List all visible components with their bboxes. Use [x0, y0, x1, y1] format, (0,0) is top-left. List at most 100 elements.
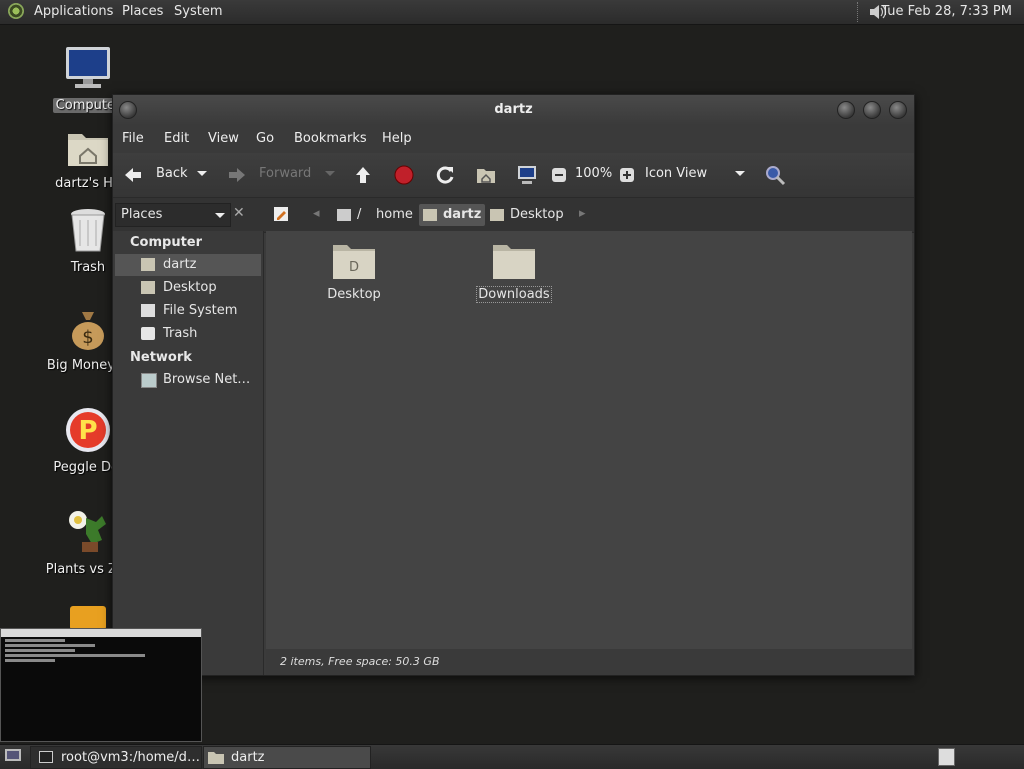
search-icon[interactable]	[764, 164, 786, 186]
applications-menu[interactable]: Applications	[34, 4, 113, 19]
zoom-level[interactable]: 100%	[575, 166, 612, 181]
desktop-folder-icon: D	[333, 245, 375, 279]
window-title: dartz	[494, 102, 533, 117]
stop-icon[interactable]	[393, 164, 415, 186]
terminal-line	[5, 649, 75, 652]
menu-file[interactable]: File	[122, 131, 144, 146]
terminal-line	[5, 639, 65, 642]
show-desktop-icon[interactable]	[4, 748, 22, 764]
back-button[interactable]: Back	[156, 166, 188, 181]
sidebar-item-dartz[interactable]: dartz	[115, 254, 261, 276]
home-folder-icon	[68, 134, 108, 166]
home-icon[interactable]	[475, 164, 497, 186]
sidebar-item-desktop[interactable]: Desktop	[115, 277, 261, 299]
desktop-folder-icon	[490, 208, 504, 221]
home-folder-icon	[141, 258, 155, 271]
svg-text:$: $	[82, 327, 93, 348]
places-sidebar: Computer dartz Desktop File System Trash…	[113, 231, 264, 675]
system-menu[interactable]: System	[174, 4, 222, 19]
view-mode-dropdown-icon[interactable]	[733, 166, 747, 180]
panel-separator	[857, 2, 860, 22]
crumb-home[interactable]: home	[372, 204, 417, 226]
edit-location-icon[interactable]	[273, 206, 289, 222]
computer-icon[interactable]	[516, 164, 538, 186]
gnome-logo-icon[interactable]	[8, 3, 24, 19]
crumb-dartz[interactable]: dartz	[419, 204, 486, 226]
zoom-out-icon[interactable]	[551, 167, 567, 183]
crumb-root[interactable]: /	[333, 204, 365, 226]
trash-icon	[141, 327, 155, 340]
drive-icon	[337, 208, 351, 221]
back-history-dropdown-icon[interactable]	[195, 166, 209, 180]
home-folder-icon	[208, 752, 224, 764]
task-label: dartz	[231, 750, 265, 765]
bottom-panel: root@vm3:/home/d… dartz	[0, 744, 1024, 769]
status-text: 2 items, Free space: 50.3 GB	[280, 655, 440, 668]
status-bar: 2 items, Free space: 50.3 GB	[266, 649, 912, 675]
titlebar[interactable]: dartz	[113, 95, 914, 125]
forward-arrow-icon[interactable]	[227, 164, 249, 186]
money-bag-icon: $	[72, 312, 104, 350]
sidebar-heading-computer: Computer	[130, 235, 203, 250]
terminal-line	[5, 654, 145, 657]
reload-icon[interactable]	[434, 164, 456, 186]
up-arrow-icon[interactable]	[352, 164, 374, 186]
top-panel: Applications Places System Tue Feb 28, 7…	[0, 0, 1024, 25]
close-button[interactable]	[889, 101, 907, 119]
forward-history-dropdown-icon[interactable]	[323, 166, 337, 180]
crumb-scroll-left-icon[interactable]: ◂	[313, 206, 320, 221]
menu-help[interactable]: Help	[382, 131, 412, 146]
toolbar: Back Forward 100% Icon View	[113, 153, 914, 198]
drive-icon	[141, 304, 155, 317]
sidebar-item-browse-network[interactable]: Browse Net…	[115, 369, 261, 391]
trash-icon	[71, 209, 105, 252]
crumb-desktop[interactable]: Desktop	[486, 204, 568, 226]
menu-edit[interactable]: Edit	[164, 131, 189, 146]
sidebar-pane-selector[interactable]: Places	[115, 203, 231, 227]
terminal-icon	[39, 751, 53, 763]
sidebar-item-filesystem[interactable]: File System	[115, 300, 261, 322]
sidebar-item-trash[interactable]: Trash	[115, 323, 261, 345]
file-view[interactable]: D Desktop Downloads	[266, 231, 912, 649]
workspace-switcher[interactable]	[938, 748, 955, 766]
menu-go[interactable]: Go	[256, 131, 274, 146]
terminal-menubar	[1, 629, 201, 637]
desktop-icon-label: Trash	[70, 260, 106, 275]
network-icon	[141, 373, 157, 388]
forward-button[interactable]: Forward	[259, 166, 311, 181]
crumb-scroll-right-icon[interactable]: ▸	[579, 206, 586, 221]
peggle-icon: P	[66, 408, 110, 452]
file-item-label: Desktop	[327, 287, 381, 302]
svg-text:D: D	[349, 260, 359, 275]
zoom-in-icon[interactable]	[619, 167, 635, 183]
close-sidebar-icon[interactable]: ✕	[233, 205, 245, 221]
file-item-label: Downloads	[476, 286, 552, 303]
location-bar: Places ✕ ◂ / home dartz Desktop ▸	[113, 198, 914, 233]
computer-icon	[66, 47, 110, 88]
terminal-line	[5, 659, 55, 662]
chevron-down-icon	[215, 213, 225, 218]
task-file-manager[interactable]: dartz	[203, 746, 371, 769]
clock[interactable]: Tue Feb 28, 7:33 PM	[881, 4, 1012, 19]
file-item-downloads[interactable]: Downloads	[464, 241, 564, 303]
plants-icon	[69, 511, 106, 552]
menu-view[interactable]: View	[208, 131, 239, 146]
menu-bookmarks[interactable]: Bookmarks	[294, 131, 367, 146]
terminal-window[interactable]	[0, 628, 202, 742]
back-arrow-icon[interactable]	[121, 164, 143, 186]
task-terminal[interactable]: root@vm3:/home/d…	[30, 746, 202, 769]
home-folder-icon	[423, 208, 437, 221]
svg-text:P: P	[78, 416, 97, 446]
folder-icon	[493, 245, 535, 279]
view-mode-select[interactable]: Icon View	[645, 166, 707, 181]
minimize-button[interactable]	[837, 101, 855, 119]
maximize-button[interactable]	[863, 101, 881, 119]
desktop-icon-partial[interactable]	[70, 606, 106, 630]
file-manager-window: dartz File Edit View Go Bookmarks Help B…	[112, 94, 915, 676]
sidebar-pane-label: Places	[121, 207, 163, 222]
places-menu[interactable]: Places	[122, 4, 163, 19]
file-item-desktop[interactable]: D Desktop	[304, 241, 404, 302]
task-label: root@vm3:/home/d…	[61, 750, 200, 765]
terminal-line	[5, 644, 95, 647]
desktop-folder-icon	[141, 281, 155, 294]
